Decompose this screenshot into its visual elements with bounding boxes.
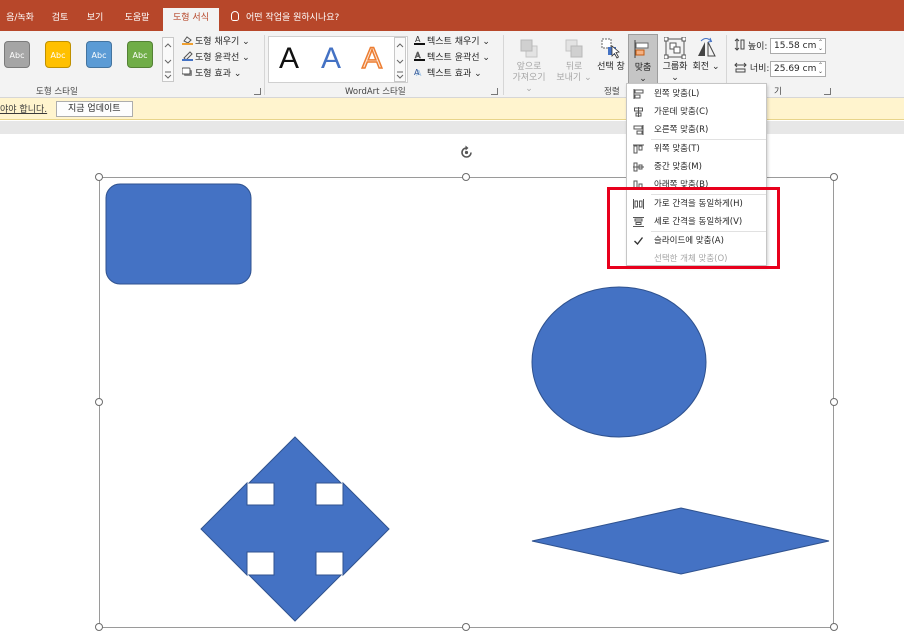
red-highlight-box xyxy=(607,187,780,269)
resize-handle-top-left[interactable] xyxy=(95,173,103,181)
align-center-icon xyxy=(634,107,643,117)
align-left-icon xyxy=(633,89,644,99)
rotate-handle-icon[interactable] xyxy=(459,145,474,160)
align-middle-icon xyxy=(633,162,644,172)
resize-handle-top[interactable] xyxy=(462,173,470,181)
menu-item-align-right[interactable]: 오른쪽 맞춤(R) xyxy=(627,121,766,139)
menu-item-align-left[interactable]: 왼쪽 맞춤(L) xyxy=(627,85,766,103)
resize-handle-right[interactable] xyxy=(830,398,838,406)
resize-handle-top-right[interactable] xyxy=(830,173,838,181)
align-right-icon xyxy=(633,125,644,135)
resize-handle-bottom-left[interactable] xyxy=(95,623,103,631)
menu-item-align-middle[interactable]: 중간 맞춤(M) xyxy=(627,158,766,176)
resize-handle-bottom[interactable] xyxy=(462,623,470,631)
resize-handle-bottom-right[interactable] xyxy=(830,623,838,631)
align-top-icon xyxy=(633,144,644,154)
menu-item-align-top[interactable]: 위쪽 맞춤(T) xyxy=(627,140,766,158)
menu-item-align-center[interactable]: 가운데 맞춤(C) xyxy=(627,103,766,121)
resize-handle-left[interactable] xyxy=(95,398,103,406)
